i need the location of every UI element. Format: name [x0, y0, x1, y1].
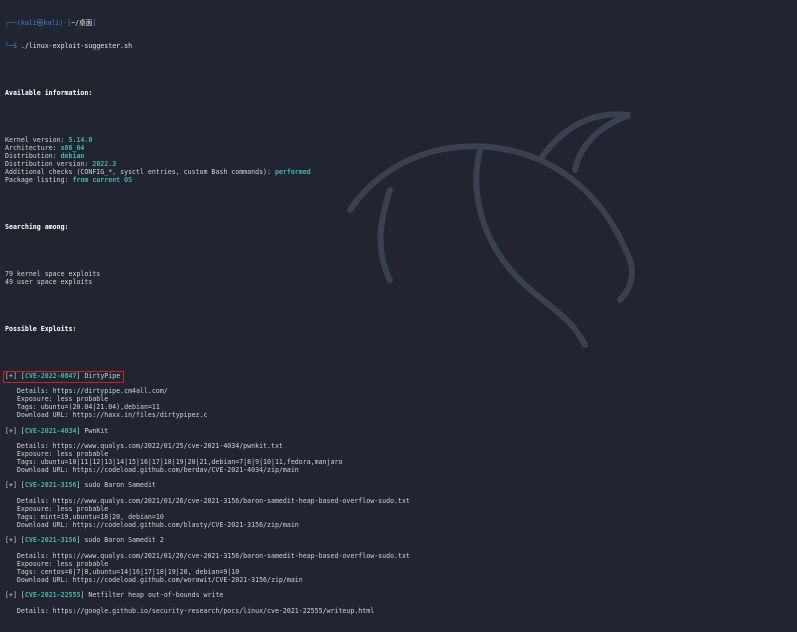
- info-label: Kernel version:: [5, 136, 69, 145]
- exploit-title-text: [+] [CVE-2021-4034] PwnKit: [5, 427, 108, 435]
- exploit-title: [+] [CVE-2021-4034] PwnKit: [5, 427, 797, 436]
- info-value: 2022.3: [92, 159, 117, 168]
- exploit-title: [+] [CVE-2021-3156] sudo Baron Samedit: [5, 482, 797, 490]
- searching-heading: Searching among:: [5, 222, 69, 231]
- exploit-marker: [+]: [5, 481, 21, 490]
- prompt-separator: )-[: [59, 18, 72, 27]
- info-row: Distribution: debian: [5, 152, 797, 161]
- exploit-detail: Details: https://www.qualys.com/2022/01/…: [5, 442, 283, 451]
- exploit-detail: Exposure: less probable: [5, 559, 109, 568]
- exploit-detail: Download URL: https://haxx.in/files/dirt…: [5, 410, 208, 419]
- cve-id: CVE-2021-22555: [24, 591, 81, 600]
- cve-id: CVE-2022-0847: [24, 371, 77, 380]
- exploit-marker: [+]: [5, 426, 21, 435]
- exploit-title-text: [+] [CVE-2021-3156] sudo Baron Samedit: [5, 481, 156, 490]
- exploit-detail: Download URL: https://codeload.github.co…: [5, 465, 299, 474]
- prompt-user: kali: [20, 18, 37, 27]
- exploit-marker: [+]: [5, 371, 21, 380]
- exploit-name: sudo Baron Samedit 2: [80, 536, 164, 545]
- info-row: Kernel version: 5.14.0: [5, 136, 797, 145]
- info-value: debian: [60, 152, 85, 161]
- info-value: from current OS: [72, 175, 133, 184]
- exploit-marker: [+]: [5, 536, 21, 545]
- exploit-title: [+] [CVE-2022-0847] DirtyPipe: [2, 370, 797, 383]
- exploit-detail: Details: https://www.qualys.com/2021/01/…: [5, 497, 410, 506]
- exploit-detail: Exposure: less probable: [5, 505, 109, 513]
- command-text: ./linux-exploit-suggester.sh: [20, 42, 133, 51]
- exploit-detail: Details: https://www.qualys.com/2021/01/…: [5, 552, 410, 561]
- exploit-detail: Exposure: less probable: [5, 450, 109, 459]
- prompt-line-2: └─$ ./linux-exploit-suggester.sh: [5, 42, 797, 51]
- prompt-line-1: ┌──(kali㉿kali)-[~/桌面]: [5, 18, 797, 28]
- exploit-detail: Tags: ubuntu=(20.04|21.04),debian=11: [5, 403, 160, 412]
- info-label: Additional checks (CONFIG_*, sysctl entr…: [5, 167, 275, 176]
- cve-id: CVE-2021-3156: [24, 481, 77, 490]
- prompt-cwd: ~/桌面: [71, 18, 93, 27]
- exploit-detail: Tags: mint=19,ubuntu=18|20, debian=10: [5, 512, 164, 521]
- terminal-output: ┌──(kali㉿kali)-[~/桌面] └─$ ./linux-exploi…: [2, 4, 797, 615]
- exploit-detail: Tags: ubuntu=10|11|12|13|14|15|16|17|18|…: [5, 457, 343, 466]
- search-count-line: 79 kernel space exploits: [5, 269, 101, 278]
- exploit-title: [+] [CVE-2021-22555] Netfilter heap out-…: [5, 591, 797, 600]
- possible-exploits-heading: Possible Exploits:: [5, 324, 77, 333]
- exploit-detail: Details: https://dirtypipe.cm4all.com/: [5, 387, 168, 396]
- info-value: 5.14.0: [68, 136, 93, 145]
- cve-id: CVE-2021-4034: [24, 426, 77, 435]
- info-label: Package listing:: [5, 175, 73, 184]
- prompt-corner: ┌──(: [5, 18, 21, 27]
- exploit-detail: Details: https://google.github.io/securi…: [5, 606, 375, 615]
- info-value: performed: [274, 167, 311, 176]
- info-row: Package listing: from current OS: [5, 175, 797, 185]
- exploit-detail: Tags: centos=6|7|8,ubuntu=14|16|17|18|19…: [5, 567, 240, 576]
- exploit-marker: [+]: [5, 591, 21, 600]
- search-count-line: 49 user space exploits: [5, 277, 93, 286]
- available-heading: Available information:: [5, 89, 93, 98]
- cve-id: CVE-2021-3156: [24, 536, 77, 545]
- exploit-title-text: [+] [CVE-2021-3156] sudo Baron Samedit 2: [5, 536, 164, 544]
- prompt-bracket-end: ]: [92, 18, 97, 27]
- info-label: Distribution version:: [5, 159, 93, 168]
- exploit-detail: Download URL: https://codeload.github.co…: [5, 575, 303, 584]
- prompt-dollar: └─$: [5, 42, 21, 51]
- info-label: Distribution:: [5, 152, 61, 161]
- exploit-name: Netfilter heap out-of-bounds write: [84, 591, 224, 600]
- exploit-detail: Download URL: https://codeload.github.co…: [5, 520, 299, 529]
- exploit-title-text: [+] [CVE-2021-22555] Netfilter heap out-…: [5, 591, 223, 599]
- exploit-name: DirtyPipe: [80, 371, 121, 380]
- highlight-box: [+] [CVE-2022-0847] DirtyPipe: [2, 370, 125, 383]
- exploit-name: PwnKit: [80, 426, 109, 435]
- exploit-title: [+] [CVE-2021-3156] sudo Baron Samedit 2: [5, 536, 797, 545]
- prompt-host: kali: [43, 18, 60, 27]
- exploit-name: sudo Baron Samedit: [80, 481, 156, 490]
- info-label: Architecture:: [5, 144, 61, 153]
- info-row: Architecture: x86_64: [5, 144, 797, 153]
- info-value: x86_64: [60, 144, 85, 153]
